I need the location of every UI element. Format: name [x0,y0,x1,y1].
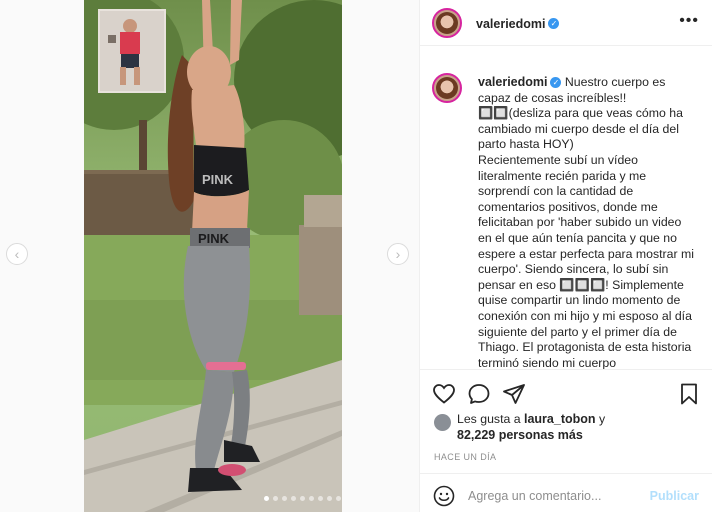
carousel-dot [300,496,305,501]
comment-input[interactable] [468,489,638,503]
publish-button[interactable]: Publicar [650,489,699,503]
verified-badge-icon: ✓ [550,77,562,89]
avatar[interactable] [432,73,462,103]
heart-icon[interactable] [432,382,456,406]
chevron-right-icon[interactable]: › [387,243,409,265]
comment-icon[interactable] [467,382,491,406]
share-icon[interactable] [502,382,526,406]
carousel-dot [264,496,269,501]
carousel-dot [318,496,323,501]
author-name-row: valeriedomi ✓ [476,15,560,33]
carousel-dot [291,496,296,501]
likes-text: Les gusta a laura_tobon y 82,229 personas… [457,412,606,442]
bookmark-icon[interactable] [677,382,701,406]
author-username[interactable]: valeriedomi [476,17,545,31]
carousel-dot [327,496,332,501]
more-horizontal-icon[interactable]: ••• [679,12,699,30]
likes-count[interactable]: 82,229 personas más [457,428,583,442]
chevron-left-icon[interactable]: ‹ [6,243,28,265]
top-brand-print: PINK [202,172,234,187]
post-actions: Les gusta a laura_tobon y 82,229 personas… [420,369,712,517]
emoji-icon[interactable] [432,484,456,508]
post-photo: PINK PINK [84,0,342,512]
post-sidebar: valeriedomi ✓ ••• valeriedomi ✓ Nuestro cu… [419,0,712,512]
comment-bar: Publicar [420,473,712,518]
carousel-dot [282,496,287,501]
avatar[interactable] [432,8,462,38]
carousel-indicator [264,496,341,501]
caption: valeriedomi ✓ Nuestro cuerpo es capaz de … [478,75,698,370]
waistband-brand-print: PINK [198,231,230,246]
verified-badge-icon: ✓ [548,18,560,30]
carousel-dot [309,496,314,501]
post-timestamp[interactable]: HACE UN DÍA [434,452,496,462]
post-modal-stage: ‹ PINK PINK › valeriedomi ✓ ••• valeried… [0,0,712,512]
caption-body: Nuestro cuerpo es capaz de cosas increíb… [478,75,694,370]
post-media[interactable]: PINK PINK [84,0,342,512]
liker-username[interactable]: laura_tobon [524,412,596,426]
caption-username[interactable]: valeriedomi [478,75,547,89]
carousel-dot [336,496,341,501]
avatar[interactable] [434,414,451,431]
carousel-dot [273,496,278,501]
caption-scroll[interactable]: valeriedomi ✓ Nuestro cuerpo es capaz de … [420,60,712,370]
post-header: valeriedomi ✓ ••• [420,0,712,46]
